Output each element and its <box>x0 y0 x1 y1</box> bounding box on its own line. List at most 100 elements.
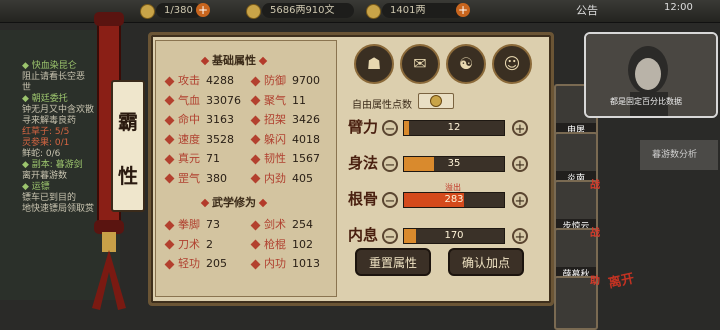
decrease-button[interactable]: − <box>382 120 398 137</box>
stat-label: 刀术 <box>178 237 200 251</box>
scroll-icon[interactable]: ✉ <box>400 44 440 84</box>
stat-row: 速度 3528 <box>164 131 234 147</box>
stat-icon <box>250 154 261 164</box>
stat-row: 攻击 4288 <box>164 72 234 88</box>
stat-icon <box>250 220 261 230</box>
party-member-status: 战 <box>590 180 600 191</box>
stat-icon <box>164 220 175 230</box>
stat-row: 罡气 380 <box>164 170 227 186</box>
attribute-bar: 170 <box>403 228 505 244</box>
add-gold-button[interactable]: + <box>456 3 470 17</box>
character-name-tag: 霸 性 <box>111 80 145 212</box>
stat-icon <box>164 239 175 250</box>
stat-icon <box>250 95 261 106</box>
stat-value: 33076 <box>206 93 241 107</box>
decrease-button[interactable]: − <box>382 228 398 245</box>
coin-value: 5686两910文 <box>262 3 354 18</box>
stat-value: 2 <box>206 237 213 251</box>
stat-label: 韧性 <box>264 152 286 165</box>
attribute-value: 170 <box>444 230 464 241</box>
hat-icon[interactable]: ☗ <box>354 44 394 84</box>
stat-row: 真元 71 <box>164 150 220 166</box>
video-preview[interactable]: 都是固定百分比数据 <box>584 32 718 118</box>
attribute-value: 35 <box>447 158 461 169</box>
stat-icon <box>164 259 175 269</box>
stat-value: 73 <box>206 218 220 231</box>
increase-button[interactable]: + <box>512 228 528 245</box>
stat-value: 205 <box>206 257 227 270</box>
stat-label: 聚气 <box>264 93 286 107</box>
coin-icon <box>246 4 261 19</box>
confirm-points-button[interactable]: 确认加点 <box>448 248 524 276</box>
attribute-bar: 12 <box>403 120 505 136</box>
martial-stats-heading: 武学修为 <box>198 194 270 210</box>
stat-value: 11 <box>292 93 306 107</box>
stat-label: 命中 <box>178 113 200 126</box>
stat-value: 3426 <box>292 113 320 126</box>
stat-value: 9700 <box>292 74 320 87</box>
clock: 12:00 <box>664 2 693 13</box>
stat-value: 1567 <box>292 152 320 165</box>
stat-value: 380 <box>206 171 227 185</box>
stat-value: 254 <box>292 218 313 231</box>
party-member-status: 助 <box>590 276 600 287</box>
increase-button[interactable]: + <box>512 156 528 173</box>
attribute-value: 12 <box>447 122 461 133</box>
attribute-label: 臂力 <box>348 118 379 136</box>
stat-icon <box>164 95 175 106</box>
notice-button[interactable]: 公告 <box>576 2 598 18</box>
stat-label: 罡气 <box>178 171 200 185</box>
stat-row: 聚气 11 <box>250 92 306 108</box>
stat-row: 内劲 405 <box>250 170 313 186</box>
stat-icon <box>250 76 261 86</box>
stat-value: 71 <box>206 152 220 165</box>
stat-row: 气血 33076 <box>164 92 241 108</box>
stat-label: 躲闪 <box>264 132 286 146</box>
add-stamina-button[interactable]: + <box>196 3 210 17</box>
increase-button[interactable]: + <box>512 120 528 137</box>
stat-label: 枪棍 <box>264 237 286 251</box>
stat-row: 拳脚 73 <box>164 216 220 232</box>
stat-value: 102 <box>292 237 313 251</box>
stat-icon <box>164 154 175 164</box>
basic-stats-heading: 基础属性 <box>198 52 270 68</box>
attribute-bar: 283 <box>403 192 505 208</box>
gold-icon <box>366 4 381 19</box>
stat-value: 4288 <box>206 74 234 87</box>
attribute-label: 身法 <box>348 154 379 172</box>
name-char-1: 霸 <box>118 110 138 134</box>
reset-attributes-button[interactable]: 重置属性 <box>355 248 431 276</box>
stat-label: 内功 <box>264 257 286 270</box>
free-points-coin-icon <box>430 95 442 107</box>
decrease-button[interactable]: − <box>382 192 398 209</box>
stat-row: 内功 1013 <box>250 255 320 271</box>
decrease-button[interactable]: − <box>382 156 398 173</box>
stat-row: 防御 9700 <box>250 72 320 88</box>
stat-label: 防御 <box>264 74 286 87</box>
stat-label: 拳脚 <box>178 218 200 231</box>
stat-label: 内劲 <box>264 171 286 185</box>
attribute-label: 根骨 <box>348 190 379 208</box>
stat-value: 1013 <box>292 257 320 270</box>
figure-icon[interactable]: ☺ <box>492 44 532 84</box>
stamina-icon <box>140 4 155 19</box>
increase-button[interactable]: + <box>512 192 528 209</box>
info-label: 暮游数分析 <box>652 150 698 160</box>
stat-value: 405 <box>292 171 313 185</box>
taiji-icon[interactable]: ☯ <box>446 44 486 84</box>
stat-value: 3163 <box>206 113 234 126</box>
stat-icon <box>250 173 261 184</box>
attribute-value: 283 <box>444 194 464 205</box>
party-member-status: 战 <box>590 228 600 239</box>
attribute-bar: 35 <box>403 156 505 172</box>
stat-label: 剑术 <box>264 218 286 231</box>
party-member-card[interactable]: 助 <box>554 276 600 330</box>
stat-icon <box>164 115 175 125</box>
stat-label: 气血 <box>178 93 200 107</box>
stat-row: 招架 3426 <box>250 111 320 127</box>
stat-label: 攻击 <box>178 74 200 87</box>
stat-icon <box>250 259 261 269</box>
stat-label: 轻功 <box>178 257 200 270</box>
attribute-label: 内息 <box>348 226 379 244</box>
stat-icon <box>250 115 261 125</box>
